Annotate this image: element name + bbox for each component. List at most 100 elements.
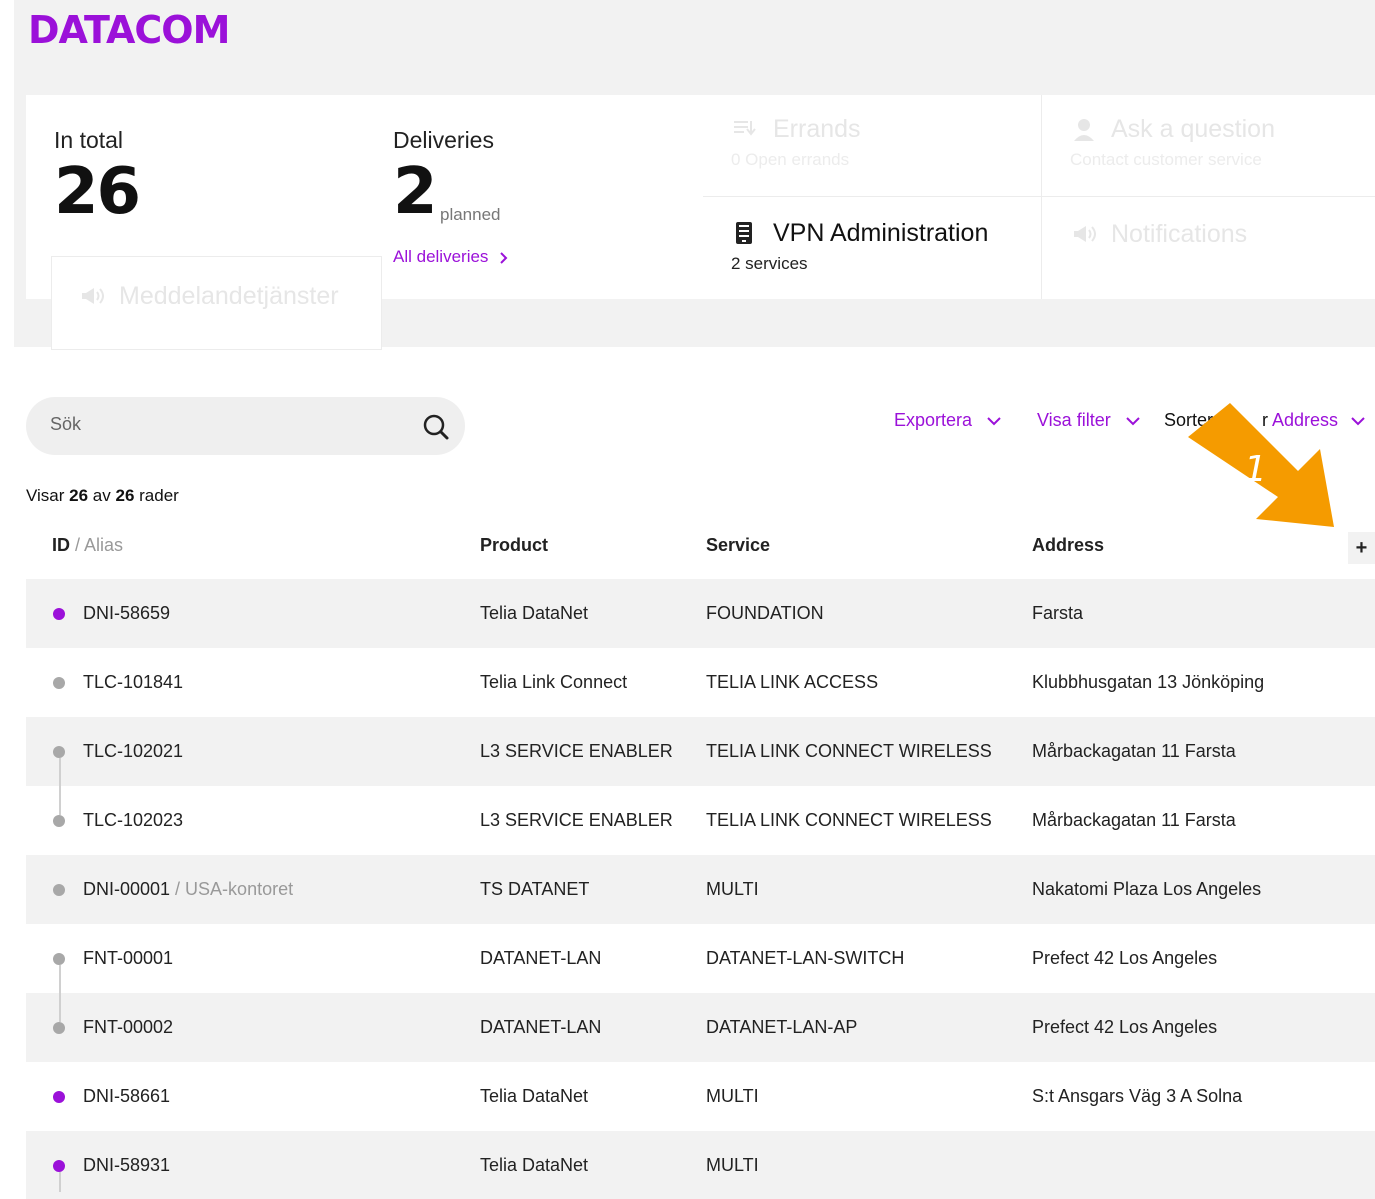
cell-address: Mårbackagatan 11 Farsta (1032, 810, 1236, 830)
vpn-title: VPN Administration (773, 219, 989, 247)
total-value: 26 (54, 155, 141, 229)
status-dot-icon (53, 884, 65, 896)
cell-id[interactable]: DNI-58659 (83, 603, 170, 624)
header-alias-label: / Alias (70, 535, 124, 555)
cell-service: TELIA LINK ACCESS (706, 672, 879, 692)
status-dot-icon (53, 1160, 65, 1172)
cell-product: DATANET-LAN (480, 1017, 602, 1037)
cell-service: MULTI (706, 879, 759, 899)
table-row[interactable]: DNI-58661 Telia DataNet MULTI S:t Ansgars V… (26, 1062, 1375, 1131)
deliveries-suffix: planned (440, 205, 501, 224)
group-connector (59, 965, 61, 1022)
cell-id[interactable]: FNT-00001 (83, 948, 173, 969)
export-label: Exportera (894, 410, 973, 430)
cell-service: MULTI (706, 1086, 759, 1106)
cell-address: Prefect 42 Los Angeles (1032, 948, 1218, 968)
column-header-service[interactable]: Service (706, 535, 770, 556)
table-row[interactable]: TLC-102021 L3 SERVICE ENABLER TELIA LINK C… (26, 717, 1375, 786)
cell-product: Telia DataNet (480, 603, 589, 623)
group-connector (59, 758, 61, 815)
tile-notifications[interactable]: Notifications (1042, 197, 1375, 299)
status-dot-icon (53, 608, 65, 620)
row-id: FNT-00002 (83, 1017, 174, 1037)
cell-address: Prefect 42 Los Angeles (1032, 1017, 1218, 1037)
row-alias: / USA-kontoret (170, 879, 294, 899)
cell-service: DATANET-LAN-SWITCH (706, 948, 905, 968)
cell-service: MULTI (706, 1155, 759, 1175)
status-dot-icon (53, 953, 65, 965)
row-count: Visar 26 av 26 rader (26, 486, 179, 506)
cell-address: Klubbhusgatan 13 Jönköping (1032, 672, 1265, 692)
table-row[interactable]: DNI-58659 Telia DataNet FOUNDATION Farsta (26, 579, 1375, 648)
row-id: TLC-102021 (83, 741, 184, 761)
vpn-sub: 2 services (731, 254, 808, 273)
cell-service: TELIA LINK CONNECT WIRELESS (706, 810, 992, 830)
status-dot-icon (53, 1091, 65, 1103)
row-id: TLC-101841 (83, 672, 184, 692)
count-total: 26 (115, 486, 135, 505)
megaphone-icon (82, 288, 104, 304)
errands-sub: 0 Open errands (731, 150, 850, 169)
row-id: DNI-58659 (83, 603, 171, 623)
chevron-down-icon (987, 417, 1001, 426)
notifications-title: Notifications (1111, 220, 1248, 248)
cell-id[interactable]: DNI-58931 (83, 1155, 170, 1176)
table-row[interactable]: TLC-102023 L3 SERVICE ENABLER TELIA LINK C… (26, 786, 1375, 855)
cell-service: TELIA LINK CONNECT WIRELESS (706, 741, 992, 761)
status-dot-icon (53, 746, 65, 758)
all-deliveries-link[interactable]: All deliveries (393, 247, 509, 267)
all-deliveries-label: All deliveries (393, 247, 489, 266)
cell-product: DATANET-LAN (480, 948, 602, 968)
table-row[interactable]: FNT-00002 DATANET-LAN DATANET-LAN-AP Prefec… (26, 993, 1375, 1062)
tile-messaging-services[interactable]: Meddelandetjänster (51, 256, 382, 350)
search-icon[interactable] (422, 413, 450, 441)
cell-service: FOUNDATION (706, 603, 824, 623)
group-connector (59, 1172, 61, 1192)
column-header-address[interactable]: Address (1032, 535, 1104, 556)
cell-id[interactable]: FNT-00002 (83, 1017, 173, 1038)
table-row[interactable]: TLC-101841 Telia Link Connect TELIA LINK A… (26, 648, 1375, 717)
export-dropdown[interactable]: Exportera (894, 410, 1001, 431)
ask-title: Ask a question (1111, 115, 1275, 143)
add-column-button[interactable]: + (1348, 532, 1375, 564)
person-icon (1074, 119, 1094, 141)
cell-product: L3 SERVICE ENABLER (480, 741, 673, 761)
search-input[interactable] (50, 414, 410, 435)
cell-service: DATANET-LAN-AP (706, 1017, 858, 1037)
table-row[interactable]: DNI-00001 / USA-kontoret TS DATANET MULTI N… (26, 855, 1375, 924)
row-id: TLC-102023 (83, 810, 184, 830)
cell-address: Nakatomi Plaza Los Angeles (1032, 879, 1262, 899)
tile-vpn-administration[interactable]: VPN Administration 2 services (703, 197, 1041, 299)
column-header-product[interactable]: Product (480, 535, 548, 556)
search-box[interactable] (26, 397, 465, 455)
cell-address: Farsta (1032, 603, 1084, 623)
tile-errands[interactable]: Errands 0 Open errands (703, 95, 1041, 196)
total-label: In total (54, 127, 124, 153)
errands-icon (734, 121, 756, 136)
count-prefix: Visar (26, 486, 70, 505)
logo[interactable]: DATACOM (28, 8, 230, 52)
deliveries-value: 2 (393, 155, 438, 229)
column-header-id[interactable]: ID / Alias (52, 535, 123, 556)
table-row[interactable]: DNI-58931 Telia DataNet MULTI (26, 1131, 1375, 1199)
header-id-label: ID (52, 535, 70, 555)
tile-ask-question[interactable]: Ask a question Contact customer service (1042, 95, 1375, 196)
cell-id[interactable]: TLC-102023 (83, 810, 183, 831)
cell-id[interactable]: DNI-58661 (83, 1086, 170, 1107)
device-icon (736, 222, 752, 244)
cell-address: S:t Ansgars Väg 3 A Solna (1032, 1086, 1243, 1106)
status-dot-icon (53, 677, 65, 689)
row-id: DNI-58661 (83, 1086, 171, 1106)
ask-sub: Contact customer service (1070, 150, 1262, 169)
cell-id[interactable]: DNI-00001 / USA-kontoret (83, 879, 293, 900)
cell-id[interactable]: TLC-101841 (83, 672, 183, 693)
row-id: FNT-00001 (83, 948, 174, 968)
chevron-down-icon (1126, 417, 1140, 426)
chevron-down-icon (1351, 417, 1365, 426)
cell-id[interactable]: TLC-102021 (83, 741, 183, 762)
cell-product: Telia DataNet (480, 1086, 589, 1106)
cell-product: TS DATANET (480, 879, 590, 899)
filter-dropdown[interactable]: Visa filter (1037, 410, 1140, 431)
table-row[interactable]: FNT-00001 DATANET-LAN DATANET-LAN-SWITCH Pr… (26, 924, 1375, 993)
row-id: DNI-00001 (83, 879, 171, 899)
